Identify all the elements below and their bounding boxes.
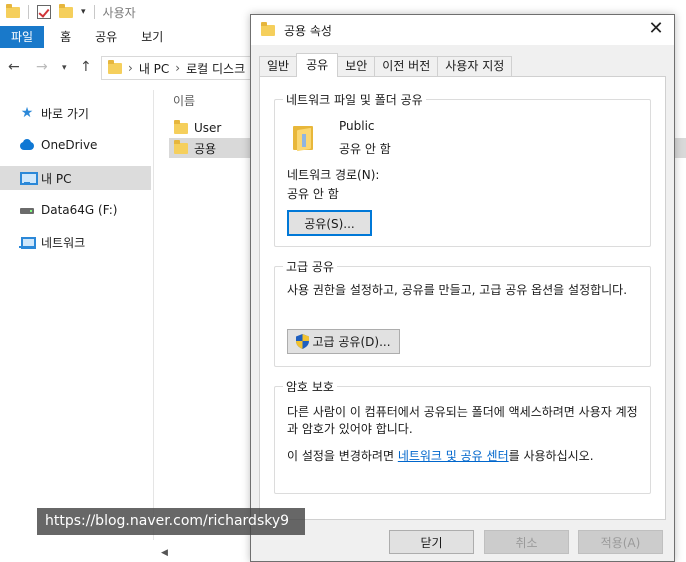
list-item[interactable]: User xyxy=(169,118,259,138)
navigation-pane: ★ 바로 가기 OneDrive 내 PC Data64G (F:) 네트워크 xyxy=(0,90,155,562)
password-protection-group: 암호 보호 다른 사람이 이 컴퓨터에서 공유되는 폴더에 액세스하려면 사용자… xyxy=(274,378,651,494)
star-icon: ★ xyxy=(20,105,34,121)
back-arrow-icon[interactable]: ← xyxy=(8,59,20,75)
advanced-sharing-button[interactable]: 고급 공유(D)... xyxy=(287,329,400,354)
nav-item-this-pc[interactable]: 내 PC xyxy=(0,166,151,190)
drive-icon xyxy=(19,203,35,217)
file-name: User xyxy=(194,121,222,135)
close-button[interactable]: 닫기 xyxy=(389,530,474,554)
nav-item-label: OneDrive xyxy=(41,138,98,152)
ribbon-tab-share[interactable]: 공유 xyxy=(83,26,129,48)
title-separator xyxy=(28,5,29,19)
folder-icon xyxy=(174,139,188,154)
address-folder-icon xyxy=(108,59,122,74)
scroll-left-arrow-icon[interactable]: ◀ xyxy=(161,548,168,558)
network-sharing-center-link[interactable]: 네트워크 및 공유 센터 xyxy=(398,449,509,463)
nav-item-label: 바로 가기 xyxy=(41,106,89,121)
folder-icon xyxy=(261,21,275,36)
explorer-window-title: 사용자 xyxy=(102,5,136,20)
tab-security[interactable]: 보안 xyxy=(337,56,376,77)
ribbon-tab-home[interactable]: 홈 xyxy=(48,26,83,48)
dialog-title-bar[interactable]: 공용 속성 ✕ xyxy=(251,15,674,45)
shared-folder-icon xyxy=(293,124,315,152)
ribbon-tab-view[interactable]: 보기 xyxy=(129,26,175,48)
breadcrumb-local-disk[interactable]: 로컬 디스크 xyxy=(186,60,245,77)
network-sharing-group: 네트워크 파일 및 폴더 공유 Public 공유 안 함 네트워크 경로(N)… xyxy=(274,91,651,247)
cancel-button[interactable]: 취소 xyxy=(484,530,569,554)
properties-dialog: 공용 속성 ✕ 일반 공유 보안 이전 버전 사용자 지정 네트워크 파일 및 … xyxy=(250,14,675,562)
blog-watermark: https://blog.naver.com/richardsky9 xyxy=(37,508,305,535)
properties-check-icon[interactable] xyxy=(37,5,51,19)
folder-name: Public xyxy=(339,119,375,133)
breadcrumb-chevron-icon[interactable]: › xyxy=(128,61,133,75)
advanced-sharing-group: 고급 공유 사용 권한을 설정하고, 공유를 만들고, 고급 공유 옵션을 설정… xyxy=(274,258,651,367)
password-protection-description: 다른 사람이 이 컴퓨터에서 공유되는 폴더에 액세스하려면 사용자 계정과 암… xyxy=(287,405,638,436)
title-separator xyxy=(93,5,95,19)
apply-button[interactable]: 적용(A) xyxy=(578,530,663,554)
change-settings-suffix: 를 사용하십시오. xyxy=(508,449,594,463)
column-header-name[interactable]: 이름 xyxy=(173,92,195,109)
nav-item-network[interactable]: 네트워크 xyxy=(0,230,151,254)
ribbon-tab-file[interactable]: 파일 xyxy=(0,26,45,48)
change-settings-prefix: 이 설정을 변경하려면 xyxy=(287,449,398,463)
network-path-value: 공유 안 함 xyxy=(287,187,339,201)
tab-customize[interactable]: 사용자 지정 xyxy=(437,56,513,77)
network-icon xyxy=(19,235,36,249)
forward-arrow-icon[interactable]: → xyxy=(36,59,48,75)
nav-item-onedrive[interactable]: OneDrive xyxy=(0,133,151,157)
advanced-sharing-button-label: 고급 공유(D)... xyxy=(312,335,391,349)
nav-item-label: 네트워크 xyxy=(41,235,86,250)
new-folder-icon[interactable] xyxy=(59,3,73,18)
folder-share-status: 공유 안 함 xyxy=(339,142,391,156)
nav-item-label: 내 PC xyxy=(41,171,72,186)
tab-general[interactable]: 일반 xyxy=(259,56,298,77)
file-name: 공용 xyxy=(194,141,217,156)
sharing-tab-panel: 네트워크 파일 및 폴더 공유 Public 공유 안 함 네트워크 경로(N)… xyxy=(259,76,666,520)
group-legend: 암호 보호 xyxy=(283,378,337,395)
share-button[interactable]: 공유(S)... xyxy=(287,210,372,236)
nav-item-label: Data64G (F:) xyxy=(41,203,118,217)
group-legend: 고급 공유 xyxy=(283,258,337,275)
tab-sharing[interactable]: 공유 xyxy=(296,53,339,77)
quick-access-dropdown-icon[interactable]: ▾ xyxy=(81,7,86,17)
up-arrow-icon[interactable]: ↑ xyxy=(80,59,92,75)
uac-shield-icon xyxy=(296,334,310,349)
nav-item-data-drive[interactable]: Data64G (F:) xyxy=(0,198,151,222)
folder-icon xyxy=(6,3,20,18)
network-path-label: 네트워크 경로(N): xyxy=(287,168,380,182)
pane-divider[interactable] xyxy=(153,90,154,540)
tab-previous-versions[interactable]: 이전 버전 xyxy=(374,56,439,77)
breadcrumb-this-pc[interactable]: 내 PC xyxy=(139,60,169,77)
nav-item-quick-access[interactable]: ★ 바로 가기 xyxy=(0,101,151,125)
change-settings-text: 이 설정을 변경하려면 네트워크 및 공유 센터를 사용하십시오. xyxy=(287,448,647,465)
close-icon[interactable]: ✕ xyxy=(646,19,666,39)
computer-icon xyxy=(19,171,38,185)
ribbon-tabs: 파일 홈 공유 보기 xyxy=(0,26,175,48)
recent-dropdown-icon[interactable]: ▾ xyxy=(62,63,67,73)
dialog-title: 공용 속성 xyxy=(284,23,332,38)
group-legend: 네트워크 파일 및 폴더 공유 xyxy=(283,91,426,108)
folder-icon xyxy=(174,119,188,134)
cloud-icon xyxy=(19,138,35,152)
advanced-sharing-description: 사용 권한을 설정하고, 공유를 만들고, 고급 공유 옵션을 설정합니다. xyxy=(287,283,628,297)
breadcrumb-chevron-icon[interactable]: › xyxy=(175,61,180,75)
dialog-tabs: 일반 공유 보안 이전 버전 사용자 지정 xyxy=(259,53,513,77)
